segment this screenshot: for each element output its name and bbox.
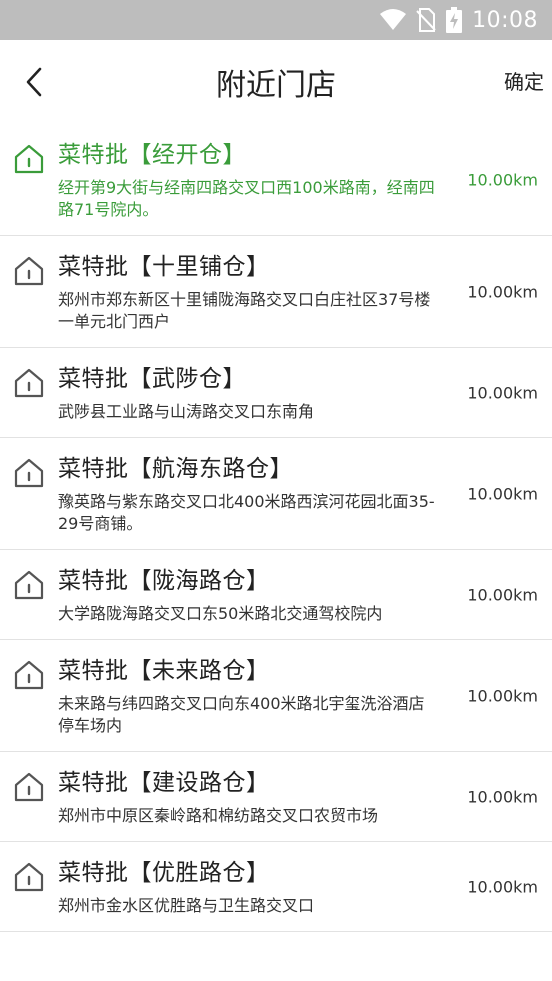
store-distance: 10.00km [467, 686, 538, 705]
store-item[interactable]: 菜特批【建设路仓】郑州市中原区秦岭路和棉纺路交叉口农贸市场 10.00km [0, 752, 552, 842]
store-distance: 10.00km [467, 877, 538, 896]
store-item[interactable]: 菜特批【航海东路仓】豫英路与紫东路交叉口北400米路西滨河花园北面35-29号商… [0, 438, 552, 550]
store-item[interactable]: 菜特批【经开仓】经开第9大街与经南四路交叉口西100米路南，经南四路71号院内。… [0, 124, 552, 236]
home-icon [14, 570, 44, 600]
store-distance: 10.00km [467, 787, 538, 806]
store-item[interactable]: 菜特批【未来路仓】未来路与纬四路交叉口向东400米路北宇玺洗浴酒店停车场内 10.… [0, 640, 552, 752]
store-name: 菜特批【十里铺仓】 [58, 254, 270, 280]
home-icon [14, 144, 44, 174]
store-list: 菜特批【经开仓】经开第9大街与经南四路交叉口西100米路南，经南四路71号院内。… [0, 124, 552, 932]
store-distance: 10.00km [467, 585, 538, 604]
home-icon [14, 660, 44, 690]
store-item[interactable]: 菜特批【武陟仓】武陟县工业路与山涛路交叉口东南角 10.00km [0, 348, 552, 438]
store-name: 菜特批【陇海路仓】 [58, 568, 270, 594]
back-button[interactable] [14, 60, 54, 104]
store-distance: 10.00km [467, 484, 538, 503]
home-icon [14, 256, 44, 286]
store-address: 大学路陇海路交叉口东50米路北交通驾校院内 [58, 604, 383, 623]
store-item[interactable]: 菜特批【陇海路仓】大学路陇海路交叉口东50米路北交通驾校院内 10.00km [0, 550, 552, 640]
home-icon [14, 368, 44, 398]
home-icon [14, 458, 44, 488]
store-address: 未来路与纬四路交叉口向东400米路北宇玺洗浴酒店停车场内 [58, 694, 425, 735]
store-distance: 10.00km [467, 170, 538, 189]
store-address: 郑州市郑东新区十里铺陇海路交叉口白庄社区37号楼一单元北门西户 [58, 290, 431, 331]
store-address: 经开第9大街与经南四路交叉口西100米路南，经南四路71号院内。 [58, 178, 435, 219]
store-address: 郑州市中原区秦岭路和棉纺路交叉口农贸市场 [58, 806, 379, 825]
store-item[interactable]: 菜特批【优胜路仓】郑州市金水区优胜路与卫生路交叉口 10.00km [0, 842, 552, 932]
nav-bar: 附近门店 确定 [0, 40, 552, 124]
store-name: 菜特批【未来路仓】 [58, 658, 270, 684]
home-icon [14, 772, 44, 802]
store-item[interactable]: 菜特批【十里铺仓】郑州市郑东新区十里铺陇海路交叉口白庄社区37号楼一单元北门西户… [0, 236, 552, 348]
store-name: 菜特批【建设路仓】 [58, 770, 270, 796]
store-name: 菜特批【经开仓】 [58, 142, 246, 168]
store-name: 菜特批【优胜路仓】 [58, 860, 270, 886]
home-icon [14, 862, 44, 892]
wifi-icon [380, 9, 407, 30]
chevron-left-icon [26, 67, 42, 97]
status-bar: 10:08 [0, 0, 552, 40]
store-distance: 10.00km [467, 282, 538, 301]
store-address: 豫英路与紫东路交叉口北400米路西滨河花园北面35-29号商铺。 [58, 492, 435, 533]
store-name: 菜特批【武陟仓】 [58, 366, 246, 392]
store-name: 菜特批【航海东路仓】 [58, 456, 293, 482]
store-address: 郑州市金水区优胜路与卫生路交叉口 [58, 896, 315, 915]
status-time: 10:08 [472, 7, 538, 33]
confirm-button[interactable]: 确定 [504, 66, 544, 95]
store-address: 武陟县工业路与山涛路交叉口东南角 [58, 402, 315, 421]
no-sim-icon [416, 8, 436, 32]
store-distance: 10.00km [467, 383, 538, 402]
battery-charging-icon [446, 7, 463, 33]
page-title: 附近门店 [216, 68, 336, 103]
